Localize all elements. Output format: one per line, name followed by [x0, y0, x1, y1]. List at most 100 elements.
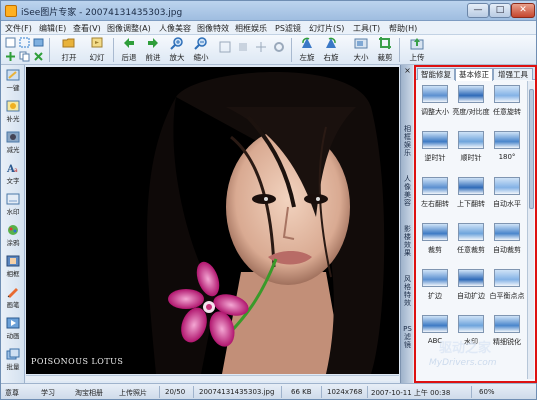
brush-icon [8, 225, 18, 235]
effect-thumbnail[interactable] [422, 85, 448, 103]
status-item[interactable]: 学习 [41, 388, 55, 398]
capture-icon[interactable] [33, 37, 44, 48]
crop-button[interactable]: 裁剪 [373, 36, 397, 63]
actual-size-icon[interactable] [237, 41, 249, 53]
open-button[interactable]: 打开 [57, 36, 81, 63]
effect-label: 任意裁剪 [457, 246, 485, 254]
category-portrait[interactable]: 人像美容 [403, 175, 412, 207]
status-item[interactable]: 意尊 [5, 388, 19, 398]
effect-thumbnail[interactable] [494, 85, 520, 103]
effect-thumbnail[interactable] [494, 269, 520, 287]
effect-thumbnail[interactable] [458, 177, 484, 195]
scroll-thumb[interactable] [529, 89, 534, 209]
effect-thumbnail[interactable] [494, 223, 520, 241]
tool-darken[interactable]: 减光 [3, 131, 23, 154]
zoom-out-button[interactable]: 缩小 [189, 36, 213, 63]
panel-tabs: 智能修复 基本修正 增强工具 [416, 67, 535, 81]
forward-button[interactable]: 前进 [141, 36, 165, 63]
status-separator [471, 386, 472, 398]
rotate-left-button[interactable]: 左旋 [295, 36, 319, 63]
watermark-url: MyDrivers.com [429, 358, 497, 368]
upload-button[interactable]: 上传 [405, 36, 429, 63]
tool-animation[interactable]: 动画 [3, 317, 23, 340]
slideshow-button[interactable]: 幻灯 [85, 36, 109, 63]
tool-batch[interactable]: 批量 [3, 348, 23, 371]
effect-thumbnail[interactable] [458, 315, 484, 333]
new-icon[interactable] [5, 37, 16, 48]
category-studio[interactable]: 影楼效果 [403, 225, 412, 257]
rotate-right-button[interactable]: 右旋 [319, 36, 343, 63]
move-icon[interactable] [5, 51, 16, 62]
effect-label: 顺时针 [460, 154, 482, 162]
effect-thumbnail[interactable] [422, 177, 448, 195]
status-item[interactable]: 上传照片 [119, 388, 147, 398]
effect-thumbnail[interactable] [494, 177, 520, 195]
panel-scrollbar[interactable] [527, 81, 534, 379]
effect-thumbnail[interactable] [458, 223, 484, 241]
effect-thumbnail[interactable] [422, 131, 448, 149]
tool-watermark[interactable]: 水印 [3, 193, 23, 216]
minimize-button[interactable]: — [467, 3, 489, 18]
menu-frames[interactable]: 相框娱乐 [235, 23, 267, 34]
menu-tools[interactable]: 工具(T) [353, 23, 380, 34]
menu-slideshow[interactable]: 幻灯片(S) [309, 23, 344, 34]
tool-label: 文字 [6, 177, 20, 185]
portrait-photo [26, 67, 399, 374]
zoom-in-button[interactable]: 放大 [165, 36, 189, 63]
effect-thumbnail[interactable] [458, 131, 484, 149]
title-bar[interactable]: iSee图片专家 - 2007413143530​3.jpg — □ ✕ [1, 1, 536, 21]
horizontal-scrollbar[interactable] [26, 375, 399, 381]
effect-thumbnail[interactable] [494, 315, 520, 333]
delete-icon[interactable] [33, 51, 44, 62]
copy-icon[interactable] [19, 51, 30, 62]
close-panel-icon[interactable]: × [403, 67, 412, 76]
category-style[interactable]: 风格特效 [403, 275, 412, 307]
image-canvas[interactable] [26, 67, 399, 374]
effect-thumbnail[interactable] [494, 131, 520, 149]
effect-thumbnail[interactable] [422, 269, 448, 287]
tab-enhance[interactable]: 增强工具 [493, 68, 533, 80]
rotate-right-icon [326, 37, 336, 48]
tool-frame[interactable]: 相框 [3, 255, 23, 278]
category-frames[interactable]: 相框娱乐 [403, 125, 412, 157]
arrow-right-icon [148, 38, 158, 48]
tab-smart-repair[interactable]: 智能修复 [417, 68, 455, 80]
effect-label: 任意旋转 [493, 108, 521, 116]
tool-label: 一键 [6, 84, 20, 92]
effect-thumbnail[interactable] [458, 85, 484, 103]
menu-portrait[interactable]: 人像美容 [159, 23, 191, 34]
toolbar-separator [49, 38, 50, 62]
menu-effects[interactable]: 图像特效 [197, 23, 229, 34]
category-ps-filter[interactable]: PS滤镜 [403, 325, 412, 349]
settings-gear-icon[interactable] [273, 41, 285, 53]
tool-text[interactable]: Aa 文字 [3, 162, 23, 185]
tab-basic-fix[interactable]: 基本修正 [455, 68, 493, 81]
status-dims: 1024x768 [327, 388, 363, 396]
effect-thumbnail[interactable] [458, 269, 484, 287]
menu-edit[interactable]: 编辑(E) [39, 23, 66, 34]
fit-icon[interactable] [219, 41, 231, 53]
effect-label: 自动扩边 [457, 292, 485, 300]
maximize-button[interactable]: □ [489, 3, 511, 18]
effect-thumbnail[interactable] [422, 315, 448, 333]
tool-pen[interactable]: 画笔 [3, 286, 23, 309]
menu-image-adjust[interactable]: 图像调整(A) [107, 23, 151, 34]
menu-file[interactable]: 文件(F) [5, 23, 32, 34]
open-label: 打开 [61, 53, 77, 62]
tool-one-click[interactable]: 一键 [3, 69, 23, 92]
status-date: 2007-10-11 上午 00:38 [371, 389, 451, 397]
close-button[interactable]: ✕ [511, 3, 535, 18]
resize-button[interactable]: 大小 [349, 36, 373, 63]
menu-view[interactable]: 查看(V) [73, 23, 101, 34]
menu-ps-filters[interactable]: PS滤镜 [275, 23, 301, 34]
back-button[interactable]: 后退 [117, 36, 141, 63]
upload-icon [410, 38, 424, 50]
select-icon[interactable] [19, 37, 30, 48]
effect-thumbnail[interactable] [422, 223, 448, 241]
fullscreen-icon[interactable] [255, 41, 267, 53]
tool-brighten[interactable]: 补光 [3, 100, 23, 123]
menu-help[interactable]: 帮助(H) [389, 23, 417, 34]
tool-doodle[interactable]: 涂鸦 [3, 224, 23, 247]
crop-icon [379, 37, 391, 49]
status-item[interactable]: 淘宝相册 [75, 388, 103, 398]
